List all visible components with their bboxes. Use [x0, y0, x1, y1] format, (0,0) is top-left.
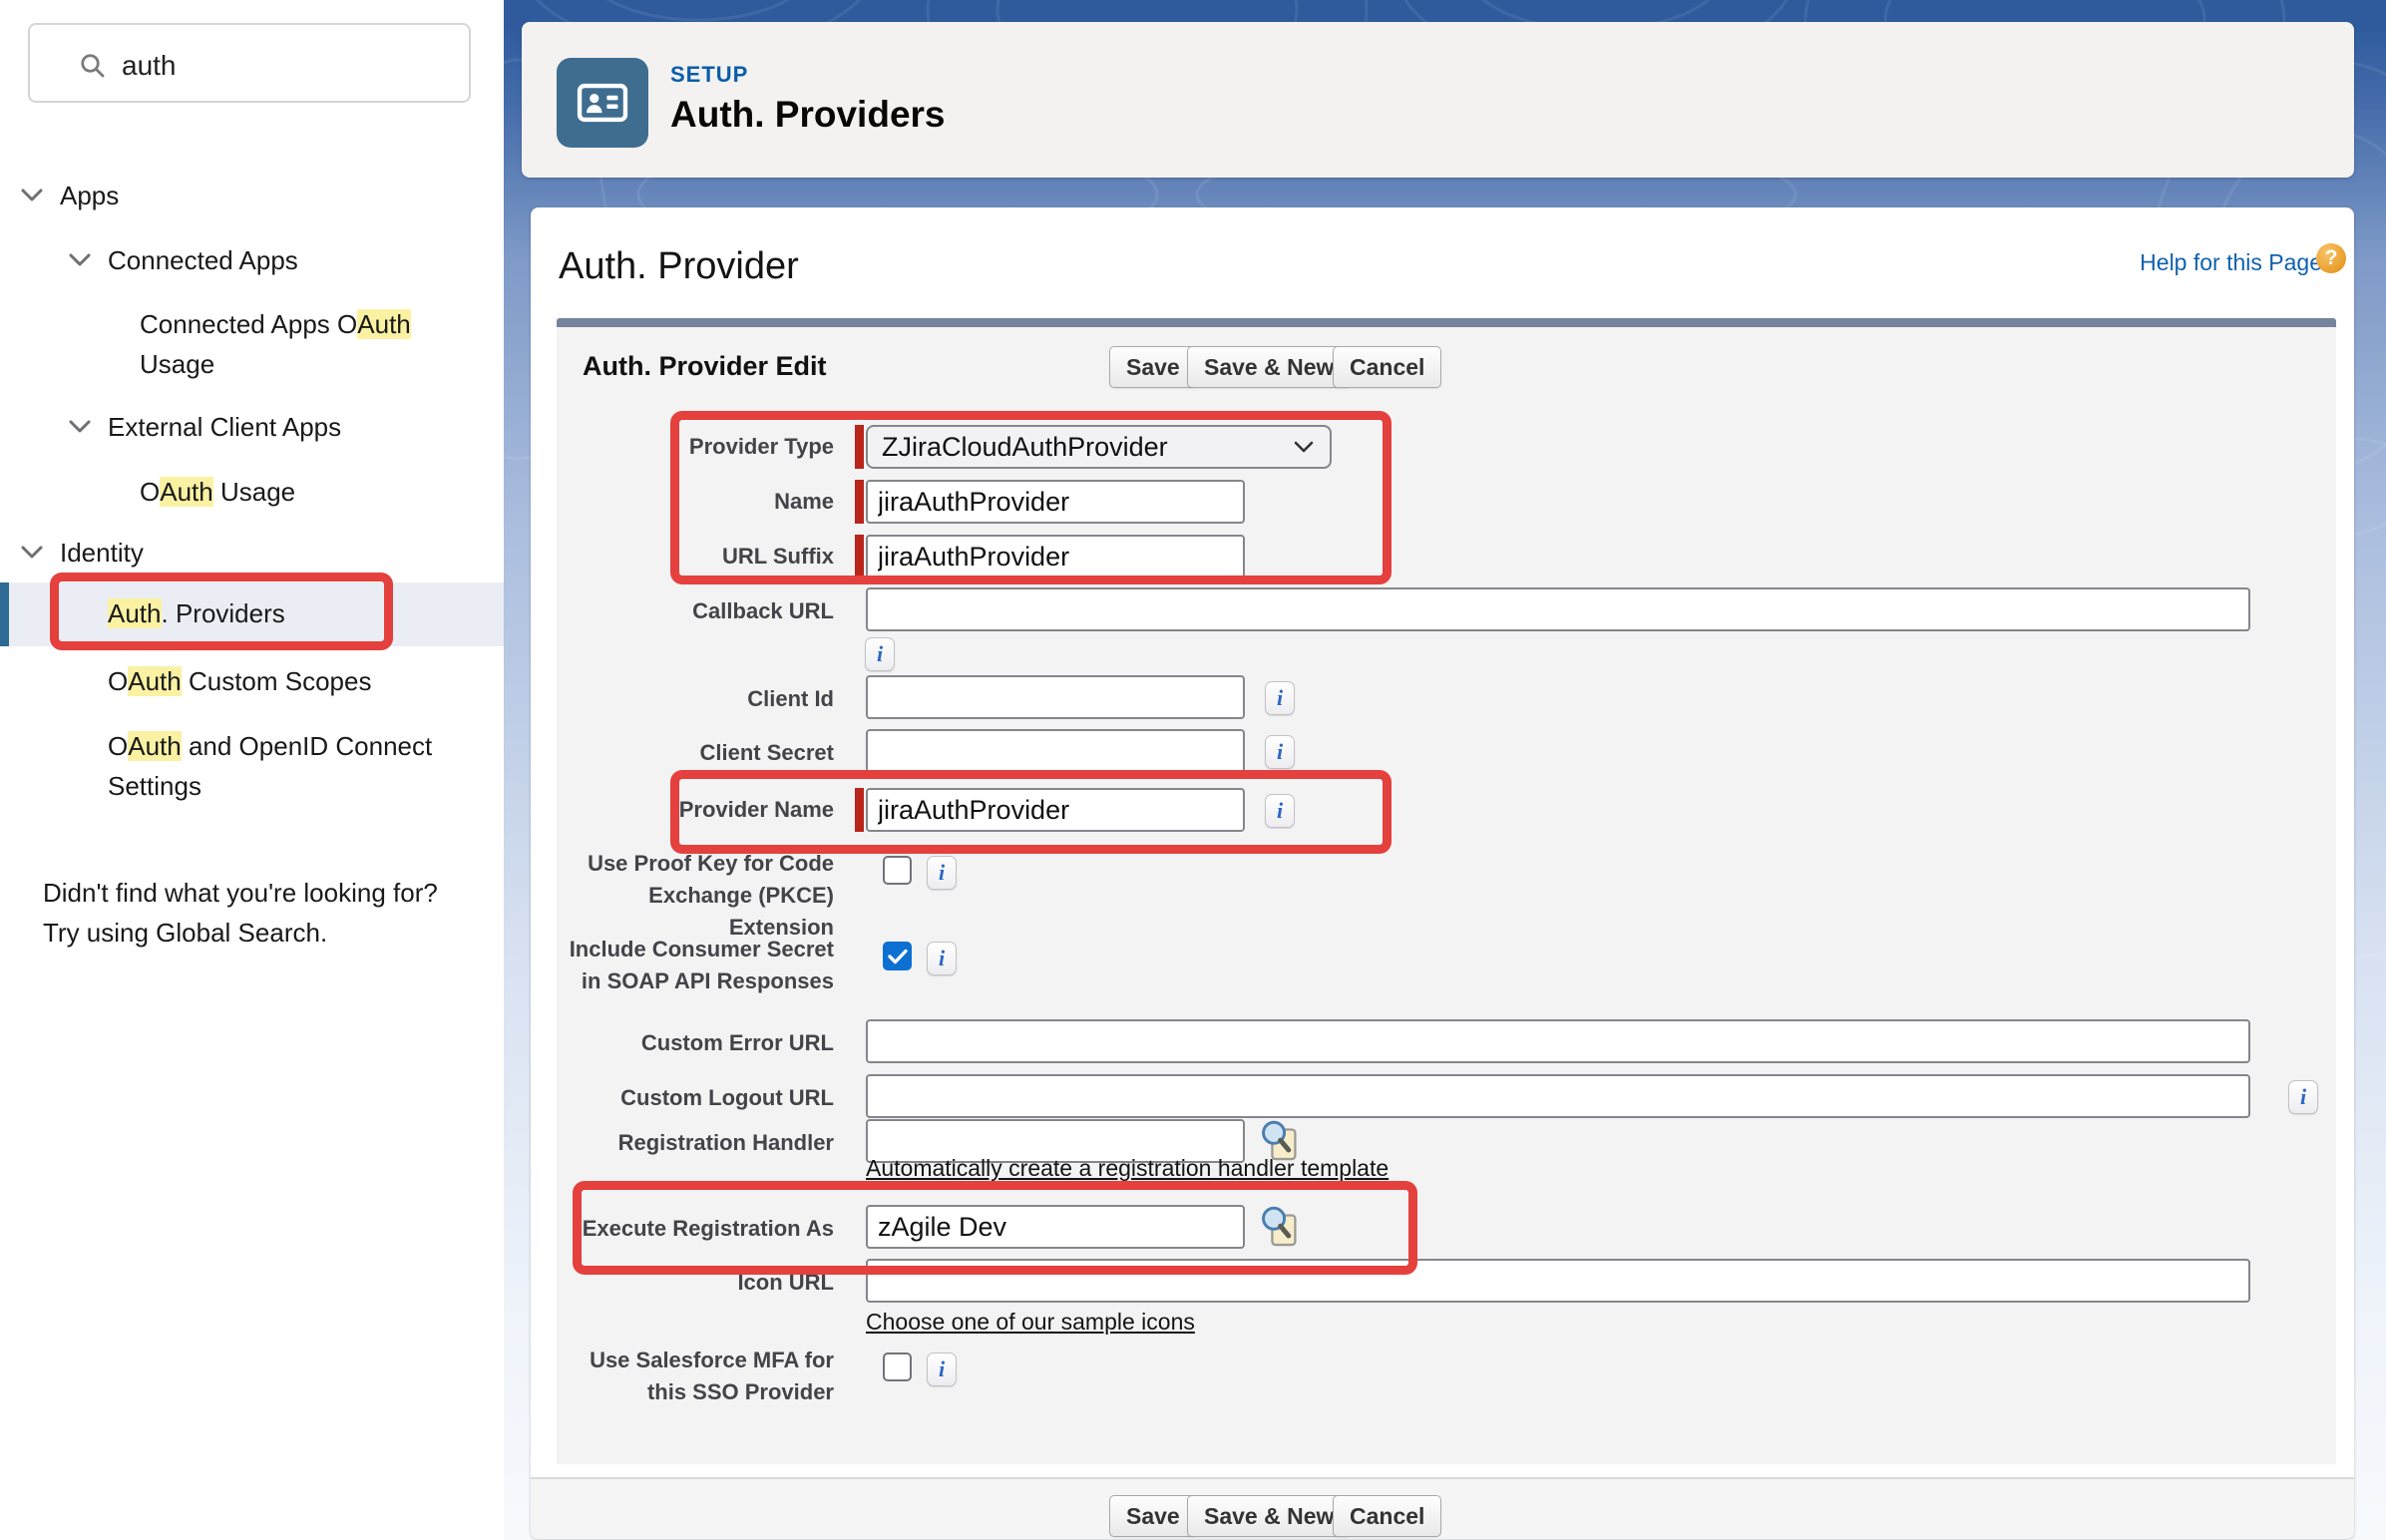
edit-section-title: Auth. Provider Edit: [583, 351, 827, 382]
callback-url-label: Callback URL: [555, 595, 834, 627]
page-title: Auth. Provider: [559, 245, 799, 288]
chevron-down-icon[interactable]: [20, 545, 44, 560]
sidebar-item-connected-apps-oauth-usage[interactable]: Connected Apps OAuth: [140, 309, 411, 340]
info-icon[interactable]: i: [1265, 681, 1295, 715]
save-and-new-button-bottom[interactable]: Save & New: [1187, 1495, 1351, 1537]
client-secret-label: Client Secret: [555, 737, 834, 769]
custom-logout-url-input[interactable]: [866, 1074, 2250, 1118]
mfa-label: Use Salesforce MFA for this SSO Provider: [555, 1345, 834, 1408]
save-button-bottom[interactable]: Save: [1109, 1495, 1197, 1537]
soap-secret-label: Include Consumer Secret in SOAP API Resp…: [555, 934, 834, 997]
setup-eyebrow: SETUP: [670, 62, 748, 88]
auth-providers-setup-icon: [557, 58, 648, 148]
client-id-label: Client Id: [555, 683, 834, 715]
choose-sample-icons-link[interactable]: Choose one of our sample icons: [866, 1309, 1195, 1336]
setup-page-title: Auth. Providers: [670, 94, 946, 136]
sidebar-item-oauth-usage[interactable]: OAuth Usage: [140, 477, 295, 508]
sidebar-item-oauth-openid-settings-line2[interactable]: Settings: [108, 771, 201, 802]
sidebar-notfound-text-line2: Try using Global Search.: [43, 918, 327, 949]
sidebar-item-identity[interactable]: Identity: [60, 538, 144, 569]
info-icon[interactable]: i: [927, 1352, 957, 1386]
sidebar-item-oauth-custom-scopes[interactable]: OAuth Custom Scopes: [108, 666, 371, 697]
callback-url-input[interactable]: [866, 587, 2250, 631]
annotation-box-execute-registration-as: [573, 1181, 1417, 1275]
custom-error-url-label: Custom Error URL: [555, 1027, 834, 1059]
soap-secret-checkbox[interactable]: [883, 942, 912, 970]
mfa-checkbox[interactable]: [883, 1352, 912, 1381]
sidebar-active-indicator: [0, 582, 9, 646]
annotation-box-provider-name: [670, 770, 1392, 854]
edit-section-top-bar: [557, 318, 2336, 327]
info-icon[interactable]: i: [927, 856, 957, 890]
sidebar-item-connected-apps-oauth-usage-line2[interactable]: Usage: [140, 349, 214, 380]
registration-handler-label: Registration Handler: [555, 1127, 834, 1159]
client-secret-input[interactable]: [866, 729, 1245, 773]
info-icon[interactable]: i: [2288, 1080, 2318, 1114]
help-question-icon[interactable]: ?: [2316, 243, 2346, 273]
sidebar-item-connected-apps[interactable]: Connected Apps: [108, 245, 298, 276]
sidebar-notfound-text: Didn't find what you're looking for?: [43, 878, 438, 909]
info-icon[interactable]: i: [865, 637, 895, 671]
chevron-down-icon[interactable]: [68, 252, 92, 267]
annotation-box-auth-providers: [50, 573, 393, 650]
setup-sidebar: Apps Connected Apps Connected Apps OAuth…: [0, 0, 504, 1540]
save-and-new-button[interactable]: Save & New: [1187, 346, 1351, 388]
client-id-input[interactable]: [866, 675, 1245, 719]
annotation-box-provider-type-name-suffix: [670, 411, 1392, 584]
chevron-down-icon[interactable]: [68, 419, 92, 434]
sidebar-item-external-client-apps[interactable]: External Client Apps: [108, 412, 341, 443]
sidebar-item-apps[interactable]: Apps: [60, 181, 119, 211]
search-icon: [78, 51, 108, 81]
search-input[interactable]: [120, 43, 453, 89]
auto-create-registration-handler-link[interactable]: Automatically create a registration hand…: [866, 1155, 1389, 1182]
search-highlight: Auth: [128, 731, 182, 761]
search-highlight: Auth: [357, 309, 411, 339]
search-highlight: Auth: [128, 666, 182, 696]
custom-error-url-input[interactable]: [866, 1019, 2250, 1063]
cancel-button-bottom[interactable]: Cancel: [1333, 1495, 1441, 1537]
chevron-down-icon[interactable]: [20, 188, 44, 202]
sidebar-item-oauth-openid-settings[interactable]: OAuth and OpenID Connect: [108, 731, 432, 762]
card-footer: [531, 1477, 2354, 1539]
pkce-checkbox[interactable]: [883, 856, 912, 885]
sidebar-search-box[interactable]: [28, 23, 471, 103]
salesforce-setup-page: Apps Connected Apps Connected Apps OAuth…: [0, 0, 2386, 1540]
help-for-this-page-link[interactable]: Help for this Page: [2140, 249, 2322, 276]
save-button[interactable]: Save: [1109, 346, 1197, 388]
cancel-button[interactable]: Cancel: [1333, 346, 1441, 388]
info-icon[interactable]: i: [1265, 735, 1295, 769]
info-icon[interactable]: i: [927, 942, 957, 975]
search-highlight: Auth: [160, 477, 213, 507]
custom-logout-url-label: Custom Logout URL: [555, 1082, 834, 1114]
pkce-label: Use Proof Key for Code Exchange (PKCE) E…: [555, 848, 834, 944]
